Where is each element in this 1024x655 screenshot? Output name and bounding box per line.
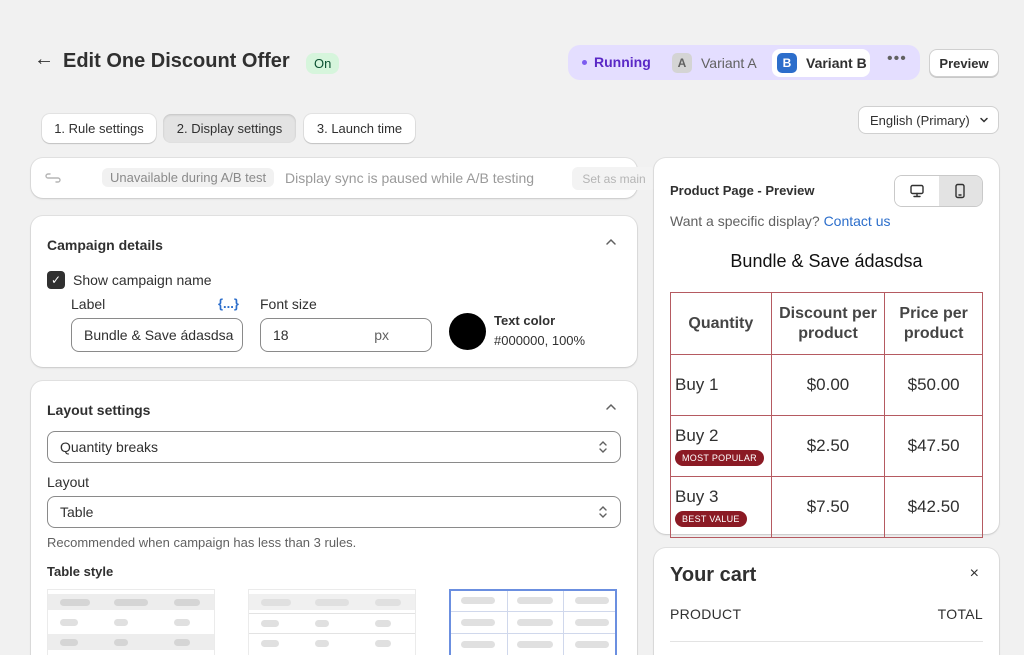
qty-cell: Buy 1 — [670, 354, 772, 416]
language-select[interactable]: English (Primary) — [858, 106, 999, 134]
page-title: Edit One Discount Offer — [63, 50, 290, 72]
qty-cell: Buy 3 BEST VALUE — [670, 476, 772, 538]
layout-settings-card: Layout settings Quantity breaks Layout T… — [31, 381, 637, 655]
preview-button[interactable]: Preview — [929, 49, 999, 77]
table-style-option-lines[interactable] — [248, 589, 416, 655]
desktop-view-button[interactable] — [895, 176, 939, 206]
unavailable-badge: Unavailable during A/B test — [102, 168, 275, 187]
tab-launch-time[interactable]: 3. Launch time — [304, 114, 415, 143]
want-specific-display-text: Want a specific display? Contact us — [670, 213, 891, 229]
layout-value: Table — [60, 504, 94, 520]
show-campaign-name-label: Show campaign name — [73, 272, 212, 288]
qty-label: Buy 2 — [675, 426, 719, 445]
campaign-details-title: Campaign details — [47, 237, 163, 253]
chevron-up-icon[interactable] — [604, 400, 618, 414]
quantity-breaks-table: Quantity Discount per product Price per … — [670, 292, 983, 538]
set-as-main-button[interactable]: Set as main — [572, 167, 656, 190]
text-color-label: Text color — [494, 313, 556, 328]
text-color-value: #000000, 100% — [494, 333, 586, 348]
table-row: Buy 1 $0.00 $50.00 — [670, 354, 983, 416]
price-cell: $50.00 — [884, 354, 983, 416]
cart-column-total: TOTAL — [937, 606, 983, 622]
chevron-down-icon — [979, 117, 988, 123]
top-bar: ← Edit One Discount Offer On Running A V… — [0, 0, 1024, 100]
cart-column-product: PRODUCT — [670, 606, 742, 622]
font-size-suffix: px — [374, 327, 389, 343]
device-toggle — [894, 175, 983, 207]
want-text: Want a specific display? — [670, 213, 820, 229]
offer-type-value: Quantity breaks — [60, 439, 159, 455]
divider — [670, 641, 983, 642]
ab-test-variant-switcher: Running A Variant A B Variant B ••• — [568, 45, 920, 80]
table-style-label: Table style — [47, 564, 114, 579]
chevron-up-icon[interactable] — [604, 235, 618, 249]
tab-rule-settings[interactable]: 1. Rule settings — [42, 114, 156, 143]
tab-display-settings[interactable]: 2. Display settings — [163, 114, 296, 143]
discount-cell: $7.50 — [770, 476, 886, 538]
mobile-icon — [955, 183, 965, 199]
header-quantity: Quantity — [670, 292, 772, 355]
font-size-label: Font size — [260, 296, 317, 312]
header-discount: Discount per product — [770, 292, 886, 355]
font-size-value: 18 — [273, 327, 289, 343]
running-status: Running — [582, 54, 651, 70]
label-input-value: Bundle & Save ádasdsa — [84, 327, 234, 343]
discount-cell: $0.00 — [770, 354, 886, 416]
font-size-input[interactable]: 18 px — [260, 318, 432, 352]
text-color-swatch[interactable] — [449, 313, 486, 350]
most-popular-tag: MOST POPULAR — [675, 450, 764, 466]
discount-cell: $2.50 — [770, 415, 886, 477]
sync-link-icon — [45, 173, 61, 183]
header-price: Price per product — [884, 292, 983, 355]
table-row: Buy 2 MOST POPULAR $2.50 $47.50 — [670, 415, 983, 477]
bundle-title: Bundle & Save ádasdsa — [730, 251, 923, 271]
contact-us-link[interactable]: Contact us — [824, 213, 891, 229]
close-icon[interactable]: × — [970, 565, 979, 583]
layout-settings-title: Layout settings — [47, 402, 151, 418]
back-arrow-icon[interactable]: ← — [34, 48, 54, 71]
running-label: Running — [594, 54, 651, 70]
cart-title: Your cart — [670, 564, 757, 586]
running-dot-icon — [582, 59, 587, 65]
variant-a-letter: A — [672, 53, 692, 73]
campaign-details-card: Campaign details ✓ Show campaign name La… — [31, 216, 637, 367]
show-campaign-name-checkbox[interactable]: ✓ — [47, 271, 65, 289]
cart-preview-card: Your cart × PRODUCT TOTAL — [654, 548, 999, 655]
layout-select[interactable]: Table — [47, 496, 621, 528]
layout-help-text: Recommended when campaign has less than … — [47, 535, 357, 550]
more-options-icon[interactable]: ••• — [887, 50, 907, 68]
table-style-option-striped[interactable] — [47, 589, 215, 655]
insert-variable-link[interactable]: {...} — [218, 296, 239, 311]
offer-type-select[interactable]: Quantity breaks — [47, 431, 621, 463]
desktop-icon — [910, 184, 924, 198]
layout-label: Layout — [47, 474, 90, 490]
price-cell: $47.50 — [884, 415, 983, 477]
label-field-label: Label — [71, 296, 106, 312]
select-arrows-icon — [599, 506, 607, 518]
preview-title: Product Page - Preview — [670, 183, 815, 198]
product-page-preview-card: Product Page - Preview Want a specific d… — [654, 158, 999, 538]
select-arrows-icon — [599, 441, 607, 453]
variant-b-button[interactable]: B Variant B — [772, 49, 870, 77]
variant-a-label: Variant A — [701, 55, 757, 71]
table-style-option-grid[interactable] — [449, 589, 617, 655]
language-select-value: English (Primary) — [870, 112, 970, 128]
variant-b-letter: B — [777, 53, 797, 73]
label-input[interactable]: Bundle & Save ádasdsa — [71, 318, 243, 352]
qty-label: Buy 3 — [675, 487, 719, 506]
best-value-tag: BEST VALUE — [675, 511, 747, 527]
mobile-view-button[interactable] — [938, 176, 982, 206]
variant-a-button[interactable]: A Variant A — [672, 50, 757, 76]
display-sync-bar: Unavailable during A/B test Display sync… — [31, 158, 656, 198]
table-header-row: Quantity Discount per product Price per … — [670, 292, 983, 355]
table-row: Buy 3 BEST VALUE $7.50 $42.50 — [670, 476, 983, 538]
qty-label: Buy 1 — [675, 375, 719, 394]
sync-message: Display sync is paused while A/B testing — [285, 170, 535, 186]
variant-b-label: Variant B — [806, 55, 867, 71]
status-badge: On — [306, 53, 340, 74]
price-cell: $42.50 — [884, 476, 983, 538]
qty-cell: Buy 2 MOST POPULAR — [670, 415, 772, 477]
